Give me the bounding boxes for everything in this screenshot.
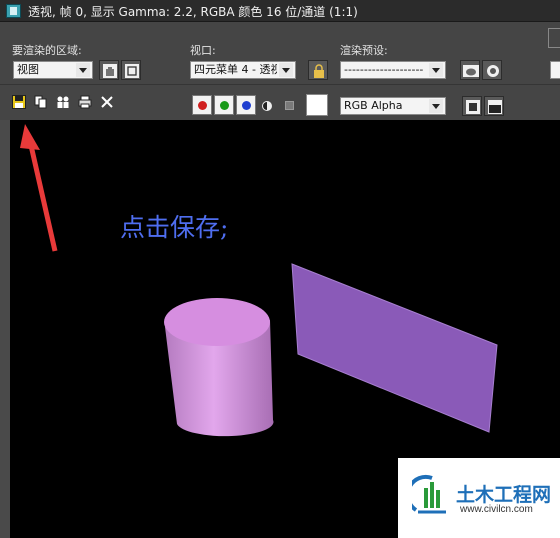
annotation-arrow [27, 140, 58, 252]
annotation-text: 点击保存; [120, 213, 229, 242]
cylinder-top [164, 298, 270, 346]
watermark-logo: 土木工程网 www.civilcn.com [398, 458, 560, 538]
plane-object [291, 263, 498, 433]
civilcn-logo-icon [412, 474, 446, 514]
watermark-name: 土木工程网 [456, 484, 552, 506]
watermark-url: www.civilcn.com [460, 504, 533, 515]
arrow-head [20, 124, 40, 150]
